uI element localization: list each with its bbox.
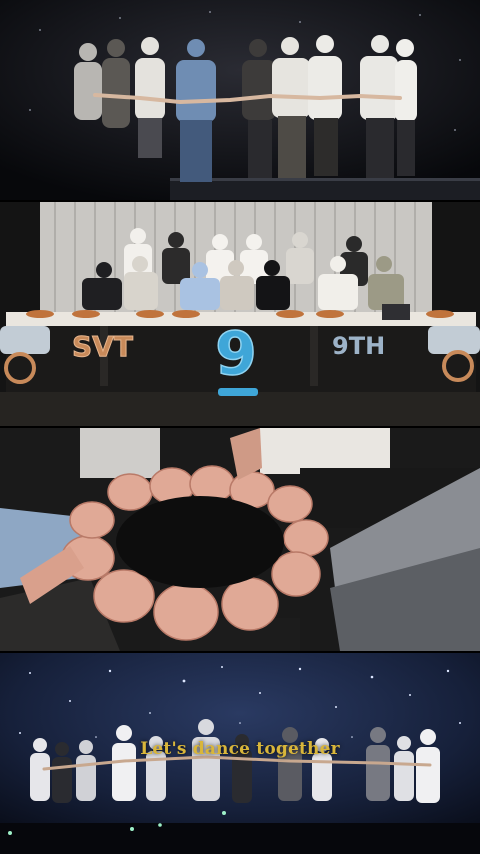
panel-stage-group (0, 0, 480, 200)
balloon-9th: 9TH (332, 332, 385, 360)
panel-anniversary-table: 9 SVT 9TH (0, 202, 480, 426)
balloon-number-9: 9 (215, 319, 257, 389)
stage-group-photo (0, 0, 480, 200)
panel-concert-stars: Let's dance together (0, 653, 480, 854)
caption-lets-dance-together: Let's dance together (140, 739, 340, 759)
panel-hands-circle (0, 428, 480, 651)
anniversary-table-photo: 9 SVT 9TH (0, 202, 480, 426)
hands-circle-photo (0, 428, 480, 651)
balloon-svt: SVT (72, 330, 133, 363)
